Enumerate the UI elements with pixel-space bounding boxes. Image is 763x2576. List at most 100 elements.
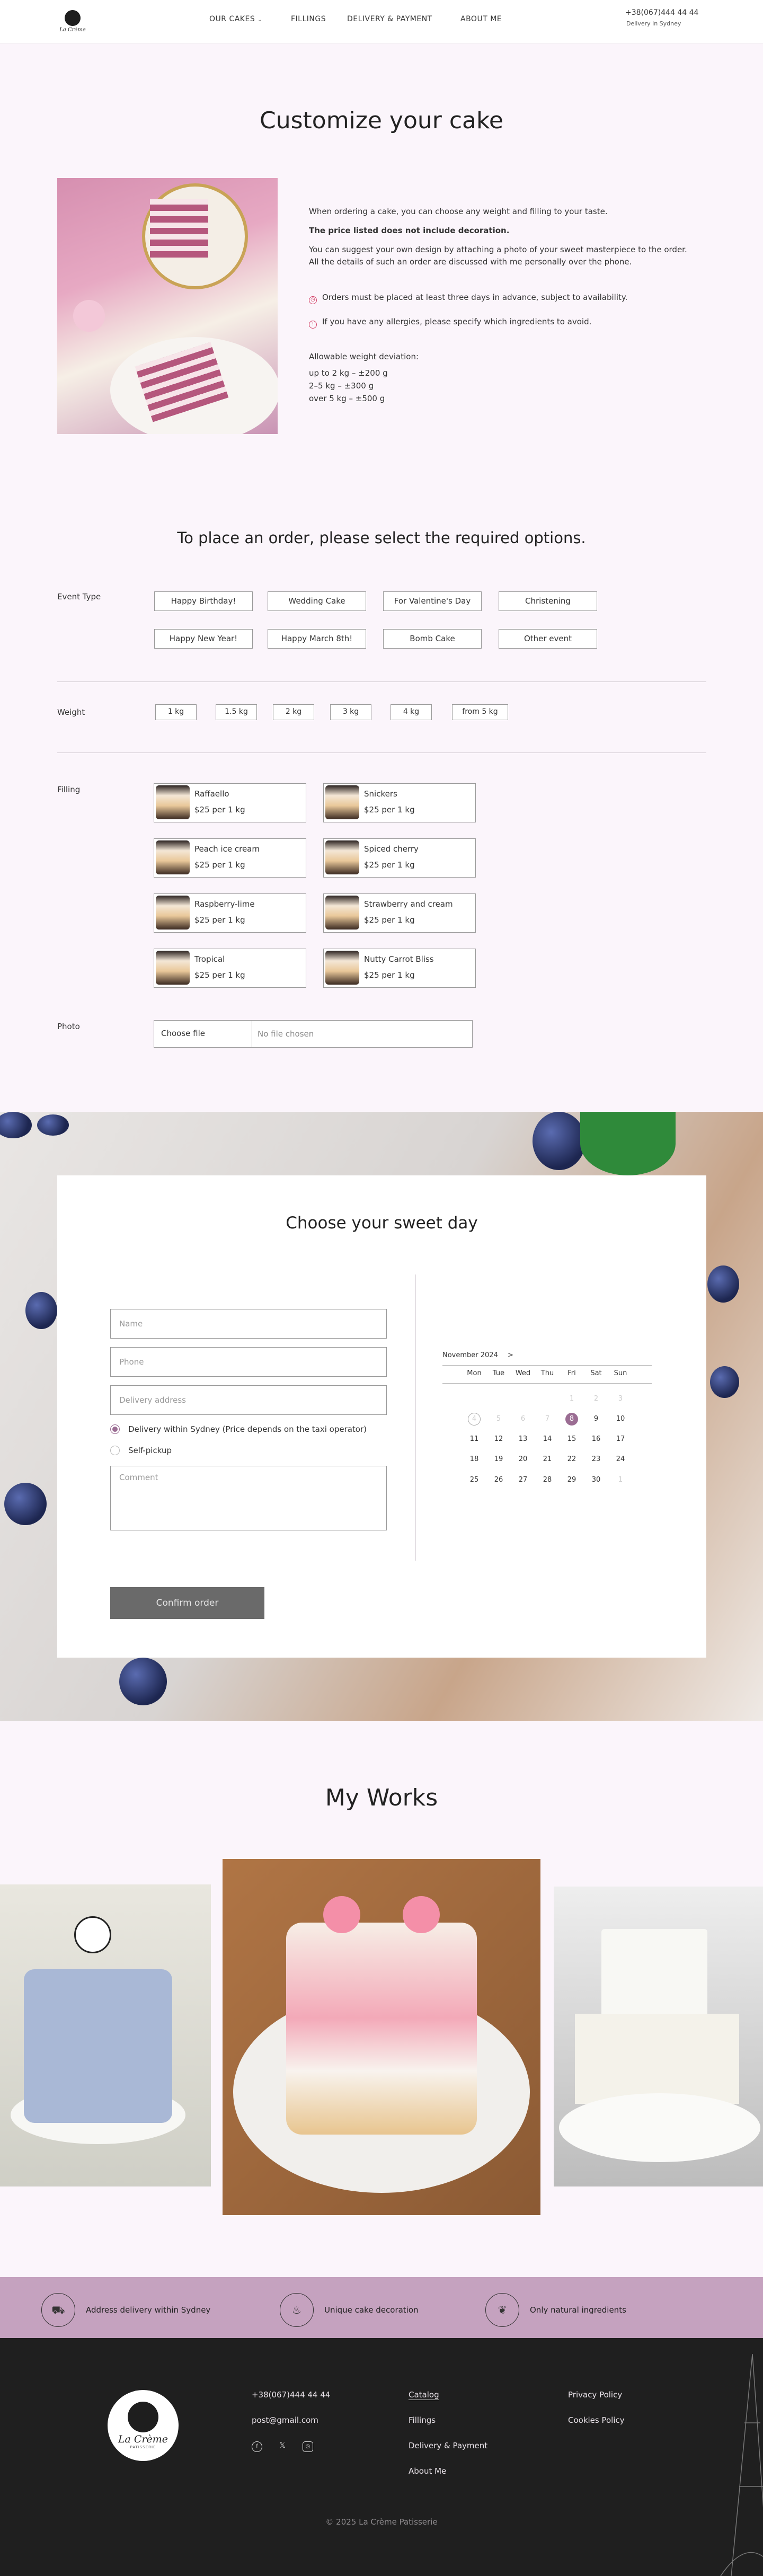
pickup-radio[interactable]: Self-pickup [110,1446,172,1455]
calendar-day[interactable]: 3 [608,1392,633,1406]
work-image-pink-cake[interactable] [223,1859,540,2215]
calendar-day[interactable]: 1 [560,1392,584,1406]
address-input[interactable]: Delivery address [110,1385,387,1415]
form-divider [415,1274,416,1561]
calendar-day[interactable]: 26 [486,1473,511,1488]
calendar-day[interactable]: 1 [608,1473,633,1488]
chevron-down-icon: ⌄ [258,17,263,23]
event-option[interactable]: Happy New Year! [154,629,253,649]
weight-option[interactable]: 1.5 kg [216,704,257,720]
header-phone[interactable]: +38(067)444 44 44 [625,8,698,17]
work-image-blue-cake[interactable] [0,1884,211,2186]
clock-icon: ◷ [309,296,317,304]
event-option[interactable]: Happy Birthday! [154,591,253,611]
eiffel-tower-icon [720,2354,763,2576]
calendar-day[interactable]: 11 [462,1432,486,1447]
weight-option[interactable]: 2 kg [273,704,314,720]
event-option[interactable]: For Valentine's Day [383,591,482,611]
calendar-day[interactable]: 6 [511,1412,535,1427]
calendar-day[interactable]: 29 [560,1473,584,1488]
filling-thumbnail [156,785,190,819]
calendar-day[interactable]: 14 [535,1432,560,1447]
event-option[interactable]: Bomb Cake [383,629,482,649]
nav-about-me[interactable]: ABOUT ME [460,15,502,23]
calendar-day[interactable]: 28 [535,1473,560,1488]
calendar-day[interactable]: 16 [584,1432,608,1447]
weight-option[interactable]: 1 kg [155,704,197,720]
weekday-label: Sat [590,1369,602,1377]
comment-textarea[interactable]: Comment [110,1466,387,1530]
filling-card[interactable]: Spiced cherry $25 per 1 kg [323,838,476,878]
calendar-day[interactable]: 10 [608,1412,633,1427]
logo[interactable]: La Crème [57,4,88,38]
x-icon[interactable]: 𝕏 [277,2441,288,2452]
calendar-day[interactable]: 7 [535,1412,560,1427]
footer-link-catalog[interactable]: Catalog [409,2390,439,2400]
weight-option[interactable]: 3 kg [330,704,371,720]
calendar-day[interactable]: 5 [486,1412,511,1427]
calendar-day[interactable]: 18 [462,1452,486,1467]
filling-card[interactable]: Nutty Carrot Bliss $25 per 1 kg [323,949,476,988]
work-image-white-cake[interactable] [554,1887,763,2186]
calendar-day[interactable]: 8 [565,1413,578,1426]
calendar-day[interactable]: 2 [584,1392,608,1406]
calendar-day[interactable]: 15 [560,1432,584,1447]
filling-card[interactable]: Snickers $25 per 1 kg [323,783,476,822]
calendar-day[interactable]: 23 [584,1452,608,1467]
nav-our-cakes[interactable]: OUR CAKES ⌄ [209,15,262,23]
filling-card[interactable]: Peach ice cream $25 per 1 kg [154,838,306,878]
filling-card[interactable]: Strawberry and cream $25 per 1 kg [323,893,476,933]
delivery-radio[interactable]: Delivery within Sydney (Price depends on… [110,1424,367,1434]
calendar-day[interactable]: 12 [486,1432,511,1447]
weight-option[interactable]: from 5 kg [452,704,508,720]
name-input[interactable]: Name [110,1309,387,1339]
calendar-day[interactable]: 30 [584,1473,608,1488]
filling-name: Spiced cherry [364,844,419,854]
filling-card[interactable]: Raspberry-lime $25 per 1 kg [154,893,306,933]
phone-input[interactable]: Phone [110,1347,387,1377]
facebook-icon[interactable]: f [252,2441,262,2452]
event-option[interactable]: Happy March 8th! [268,629,366,649]
event-option[interactable]: Wedding Cake [268,591,366,611]
calendar-day[interactable]: 17 [608,1432,633,1447]
intro-p1: When ordering a cake, you can choose any… [309,207,608,216]
instagram-icon[interactable]: ◎ [303,2441,313,2452]
privacy-policy-link[interactable]: Privacy Policy [568,2390,622,2400]
calendar-day[interactable]: 13 [511,1432,535,1447]
filling-card[interactable]: Raffaello $25 per 1 kg [154,783,306,822]
calendar-day[interactable]: 24 [608,1452,633,1467]
nav-fillings[interactable]: FILLINGS [291,15,326,23]
choose-file-button[interactable]: Choose file [154,1020,252,1048]
calendar-day[interactable]: 20 [511,1452,535,1467]
calendar-day[interactable]: 25 [462,1473,486,1488]
cake-slice-image [57,178,278,434]
event-option[interactable]: Other event [499,629,597,649]
confirm-order-button[interactable]: Confirm order [110,1587,264,1619]
calendar-day[interactable]: 27 [511,1473,535,1488]
calendar-day[interactable]: 9 [584,1412,608,1427]
radio-icon [110,1446,120,1455]
allergy-warning: ! If you have any allergies, please speci… [309,317,591,329]
calendar-day[interactable]: 22 [560,1452,584,1467]
filling-price: $25 per 1 kg [194,970,245,980]
filling-name: Raffaello [194,789,229,799]
calendar-day[interactable]: 4 [468,1413,481,1426]
footer-link-delivery[interactable]: Delivery & Payment [409,2441,487,2450]
footer-link-about[interactable]: About Me [409,2466,446,2476]
calendar-day[interactable]: 19 [486,1452,511,1467]
deviation-line: up to 2 kg – ±200 g [309,368,388,378]
footer-link-fillings[interactable]: Fillings [409,2415,436,2425]
footer-phone[interactable]: +38(067)444 44 44 [252,2390,330,2400]
footer-logo[interactable]: La Crème PATISSERIE [108,2390,179,2461]
cake-icon: ♨ [280,2293,314,2327]
calendar-day[interactable]: 21 [535,1452,560,1467]
chevron-right-icon[interactable]: > [508,1351,513,1359]
weight-option[interactable]: 4 kg [391,704,432,720]
filling-card[interactable]: Tropical $25 per 1 kg [154,949,306,988]
cookies-policy-link[interactable]: Cookies Policy [568,2415,625,2425]
footer-email[interactable]: post@gmail.com [252,2415,318,2425]
event-option[interactable]: Christening [499,591,597,611]
filling-thumbnail [325,785,359,819]
nav-delivery-payment[interactable]: DELIVERY & PAYMENT [347,15,432,23]
file-status: No file chosen [258,1029,314,1039]
